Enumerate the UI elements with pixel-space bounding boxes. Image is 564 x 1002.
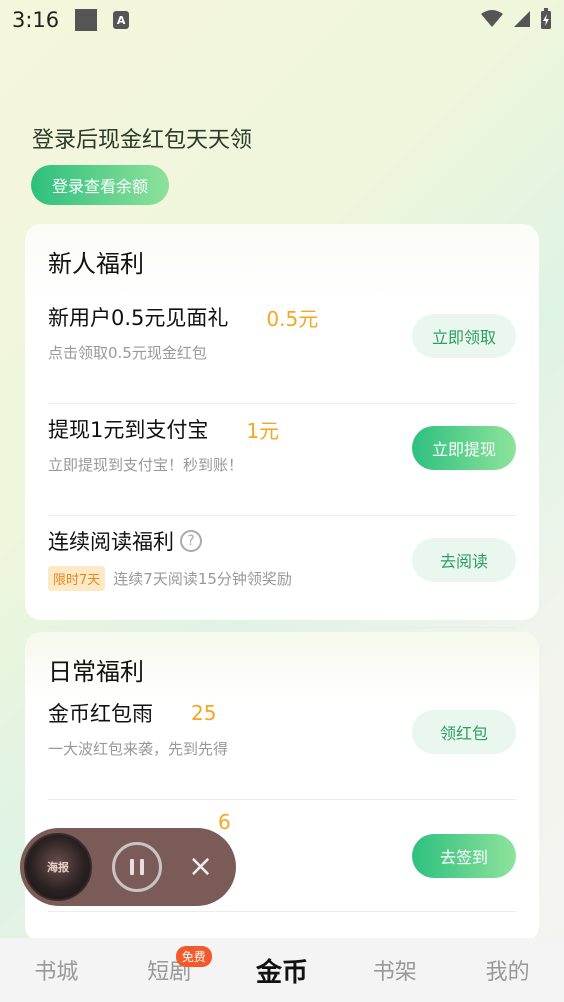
withdraw-now-button[interactable]: 立即提现 [412,426,516,470]
list-item: 连续阅读福利 ? 限时7天 连续7天阅读15分钟领奖励 去阅读 [48,516,516,628]
nav-short-drama[interactable]: 短剧 免费 [113,938,226,1002]
reward-amount: 6 [218,810,231,834]
status-time: 3:16 [12,8,60,32]
floating-audio-player[interactable]: 海报 × [20,828,236,906]
reward-amount: 0.5元 [266,306,319,331]
nav-bookshelf[interactable]: 书架 [338,938,451,1002]
list-item: 提现1元到支付宝 1元 立即提现到支付宝！秒到账！ 立即提现 [48,404,516,516]
reward-amount: 1元 [246,418,280,443]
close-icon[interactable]: × [188,852,213,882]
list-item: 新用户0.5元见面礼 0.5元 点击领取0.5元现金红包 立即领取 [48,292,516,404]
newbie-welfare-card: 新人福利 新用户0.5元见面礼 0.5元 点击领取0.5元现金红包 立即领取 提… [25,224,539,628]
card-title: 日常福利 [48,658,144,686]
row-title-text: 金币红包雨 [48,702,153,726]
nav-mine[interactable]: 我的 [451,938,564,1002]
row-title: 金币红包雨 25 [48,698,216,728]
signal-icon [514,11,530,27]
get-red-packet-button[interactable]: 领红包 [412,710,516,754]
pause-icon [130,859,134,875]
row-subtitle: 点击领取0.5元现金红包 [48,344,207,362]
row-title-text: 连续阅读福利 [48,530,174,554]
row-title: 新用户0.5元见面礼 0.5元 [48,302,318,332]
wifi-icon [481,10,503,27]
hero-title: 登录后现金红包天天领 [32,128,253,153]
go-read-button[interactable]: 去阅读 [412,538,516,582]
help-icon[interactable]: ? [180,530,202,552]
nav-coins[interactable]: 金币 [226,938,339,1002]
row-subtitle-text: 连续7天阅读15分钟领奖励 [113,570,292,588]
row-title-text: 新用户0.5元见面礼 [48,306,229,330]
row-subtitle: 立即提现到支付宝！秒到账！ [48,456,244,474]
list-item: 金币红包雨 25 一大波红包来袭，先到先得 领红包 [48,688,516,800]
card-title: 新人福利 [48,250,144,278]
row-title: 提现1元到支付宝 1元 [48,414,279,444]
sign-in-button[interactable]: 去签到 [412,834,516,878]
row-subtitle: 一大波红包来袭，先到先得 [48,740,229,758]
a-notification-icon: A [113,11,130,29]
claim-now-button[interactable]: 立即领取 [412,314,516,358]
pause-button[interactable] [112,842,162,892]
pause-icon-bar [140,859,144,875]
row-subtitle: 限时7天 连续7天阅读15分钟领奖励 [48,566,292,591]
status-bar: 3:16 A [0,0,564,40]
bottom-nav: 书城 短剧 免费 金币 书架 我的 [0,938,564,1002]
row-title-text: 提现1元到支付宝 [48,418,209,442]
limited-time-badge: 限时7天 [48,566,106,591]
nav-bookstore[interactable]: 书城 [0,938,113,1002]
row-title: 连续阅读福利 ? [48,526,202,556]
battery-icon [541,8,551,29]
album-cover[interactable]: 海报 [24,833,92,901]
login-button[interactable]: 登录查看余额 [31,165,169,205]
reward-amount: 25 [191,701,217,725]
free-badge: 免费 [175,946,212,967]
notification-icon [75,9,98,31]
